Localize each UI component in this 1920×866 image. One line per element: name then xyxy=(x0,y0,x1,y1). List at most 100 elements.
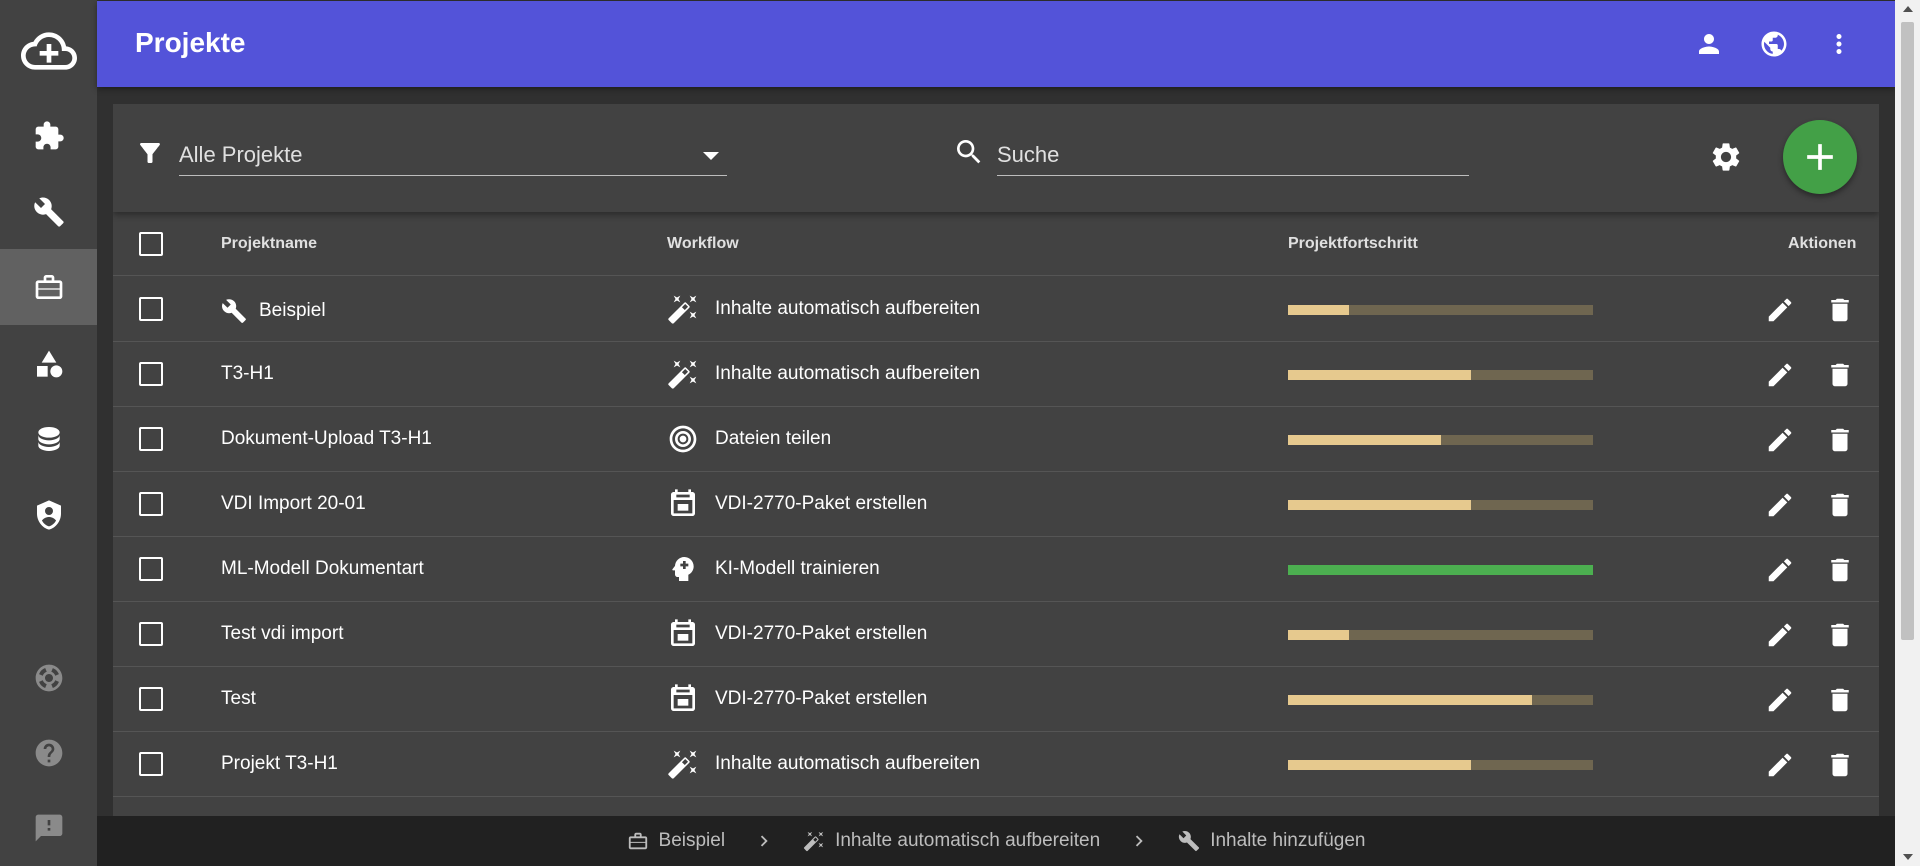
project-name[interactable]: Test vdi import xyxy=(221,623,343,645)
workflow-name: Inhalte automatisch aufbereiten xyxy=(715,753,981,774)
row-checkbox[interactable] xyxy=(139,427,163,451)
puzzle-icon[interactable] xyxy=(0,98,97,174)
edit-icon[interactable] xyxy=(1765,490,1795,520)
dropdown-arrow-icon xyxy=(703,152,719,160)
magic-wand-icon xyxy=(803,830,825,852)
page-scrollbar[interactable] xyxy=(1895,0,1920,866)
table-row[interactable]: Projekt T3-H1 Inhalte automatisch aufber… xyxy=(113,732,1879,797)
delete-icon[interactable] xyxy=(1825,425,1855,455)
search-icon xyxy=(957,140,981,164)
shield-user-icon[interactable] xyxy=(0,477,97,553)
row-checkbox[interactable] xyxy=(139,557,163,581)
workflow-name: Dateien teilen xyxy=(715,428,832,449)
workflow-cell: VDI-2770-Paket erstellen xyxy=(667,618,927,650)
scroll-up-arrow-icon[interactable] xyxy=(1903,6,1913,12)
progress-fill xyxy=(1288,435,1441,445)
project-name[interactable]: Projekt T3-H1 xyxy=(221,753,338,775)
edit-icon[interactable] xyxy=(1765,425,1795,455)
account-icon[interactable] xyxy=(1691,26,1727,62)
edit-icon[interactable] xyxy=(1765,750,1795,780)
more-vert-icon[interactable] xyxy=(1821,26,1857,62)
database-icon[interactable] xyxy=(0,401,97,477)
project-name[interactable]: Beispiel xyxy=(221,298,326,324)
workflow-cell: VDI-2770-Paket erstellen xyxy=(667,683,927,715)
wrench-icon xyxy=(1178,830,1200,852)
column-header-progress[interactable]: Projektfortschritt xyxy=(1288,235,1418,253)
delete-icon[interactable] xyxy=(1825,620,1855,650)
wrench-icon xyxy=(221,298,247,324)
table-header: Projektname Workflow Projektfortschritt … xyxy=(113,212,1879,276)
project-progress-bar xyxy=(1288,630,1593,640)
table-row[interactable]: ML-Modell Dokumentart KI-Modell trainier… xyxy=(113,537,1879,602)
edit-icon[interactable] xyxy=(1765,360,1795,390)
project-progress-bar xyxy=(1288,305,1593,315)
project-filter-value: Alle Projekte xyxy=(179,142,303,167)
table-row[interactable]: Test VDI-2770-Paket erstellen xyxy=(113,667,1879,732)
target-icon xyxy=(667,423,699,455)
wrench-icon[interactable] xyxy=(0,174,97,250)
project-name[interactable]: Dokument-Upload T3-H1 xyxy=(221,428,432,450)
project-progress-bar xyxy=(1288,435,1593,445)
workflow-cell: Dateien teilen xyxy=(667,423,831,455)
search-input[interactable] xyxy=(997,138,1469,172)
workflow-name: Inhalte automatisch aufbereiten xyxy=(715,298,981,319)
chevron-right-icon xyxy=(753,830,775,852)
breadcrumb-item-step[interactable]: Inhalte hinzufügen xyxy=(1178,830,1365,852)
project-name[interactable]: VDI Import 20-01 xyxy=(221,493,366,515)
cloud-add-icon[interactable] xyxy=(0,13,97,89)
settings-gear-icon[interactable] xyxy=(1709,140,1743,174)
table-row[interactable]: T3-H1 Inhalte automatisch aufbereiten xyxy=(113,342,1879,407)
delete-icon[interactable] xyxy=(1825,750,1855,780)
project-name[interactable]: T3-H1 xyxy=(221,363,274,385)
edit-icon[interactable] xyxy=(1765,620,1795,650)
project-name-text: T3-H1 xyxy=(221,363,274,384)
project-name-text: Dokument-Upload T3-H1 xyxy=(221,428,432,449)
scroll-down-arrow-icon[interactable] xyxy=(1903,854,1913,860)
lifebuoy-icon[interactable] xyxy=(0,640,97,716)
breadcrumb-item-project[interactable]: Beispiel xyxy=(627,830,726,852)
delete-icon[interactable] xyxy=(1825,360,1855,390)
search-field[interactable] xyxy=(997,134,1469,176)
project-name-text: Beispiel xyxy=(259,300,326,321)
select-all-checkbox[interactable] xyxy=(139,232,163,256)
language-globe-icon[interactable] xyxy=(1756,26,1792,62)
column-header-actions: Aktionen xyxy=(1788,235,1857,252)
workflow-cell: VDI-2770-Paket erstellen xyxy=(667,488,927,520)
project-name[interactable]: Test xyxy=(221,688,256,710)
table-row[interactable]: Test vdi import VDI-2770-Paket erstellen xyxy=(113,602,1879,667)
table-row[interactable]: Beispiel Inhalte automatisch aufbereiten xyxy=(113,277,1879,342)
project-progress-bar xyxy=(1288,695,1593,705)
add-project-button[interactable] xyxy=(1783,120,1857,194)
edit-icon[interactable] xyxy=(1765,685,1795,715)
column-header-workflow[interactable]: Workflow xyxy=(667,235,739,253)
row-checkbox[interactable] xyxy=(139,362,163,386)
edit-icon[interactable] xyxy=(1765,555,1795,585)
delete-icon[interactable] xyxy=(1825,685,1855,715)
delete-icon[interactable] xyxy=(1825,555,1855,585)
shapes-icon[interactable] xyxy=(0,326,97,402)
delete-icon[interactable] xyxy=(1825,295,1855,325)
table-row[interactable]: Dokument-Upload T3-H1 Dateien teilen xyxy=(113,407,1879,472)
row-checkbox[interactable] xyxy=(139,297,163,321)
row-checkbox[interactable] xyxy=(139,752,163,776)
scrollbar-thumb[interactable] xyxy=(1901,22,1914,640)
workflow-cell: Inhalte automatisch aufbereiten xyxy=(667,293,980,325)
delete-icon[interactable] xyxy=(1825,490,1855,520)
row-checkbox[interactable] xyxy=(139,622,163,646)
feedback-icon[interactable] xyxy=(0,790,97,866)
chevron-right-icon xyxy=(1128,830,1150,852)
help-icon[interactable] xyxy=(0,715,97,791)
row-checkbox[interactable] xyxy=(139,687,163,711)
project-name[interactable]: ML-Modell Dokumentart xyxy=(221,558,424,580)
magic-wand-icon xyxy=(667,358,699,390)
column-header-name[interactable]: Projektname xyxy=(221,235,317,253)
table-row[interactable]: VDI Import 20-01 VDI-2770-Paket erstelle… xyxy=(113,472,1879,537)
progress-fill xyxy=(1288,500,1471,510)
projects-card: Alle Projekte Projektname Workflow Proje… xyxy=(113,104,1879,816)
edit-icon[interactable] xyxy=(1765,295,1795,325)
breadcrumb-label: Beispiel xyxy=(658,830,726,851)
project-filter-select[interactable]: Alle Projekte xyxy=(179,134,727,176)
breadcrumb-item-workflow[interactable]: Inhalte automatisch aufbereiten xyxy=(803,830,1100,852)
row-checkbox[interactable] xyxy=(139,492,163,516)
briefcase-icon[interactable] xyxy=(0,249,97,325)
